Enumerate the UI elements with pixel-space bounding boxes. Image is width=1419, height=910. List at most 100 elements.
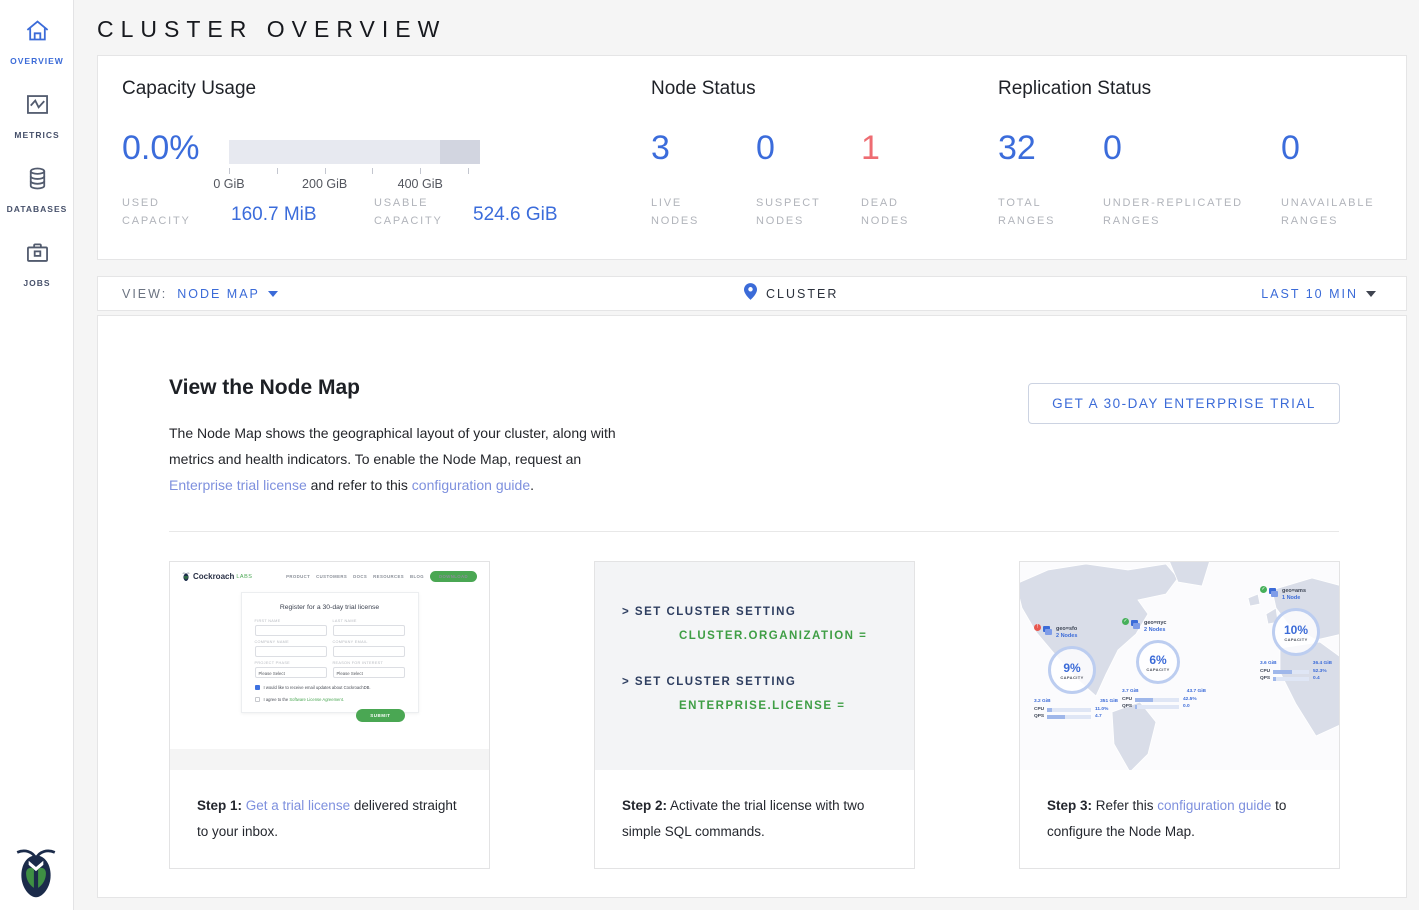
view-label: VIEW: [122, 287, 167, 301]
dead-nodes-count: 1 [861, 128, 880, 168]
cluster-summary-card: Capacity Usage 0.0% 0 GiB 200 GiB 400 Gi… [97, 55, 1407, 260]
cluster-breadcrumb: CLUSTER [744, 283, 838, 305]
total-ranges-label: TOTALRANGES [998, 194, 1055, 230]
nodes-cube-icon [1269, 588, 1278, 597]
view-selector[interactable]: VIEW: NODE MAP [98, 287, 278, 301]
configuration-guide-link[interactable]: configuration guide [412, 477, 530, 493]
unavailable-ranges-count: 0 [1281, 128, 1300, 168]
view-value[interactable]: NODE MAP [177, 287, 260, 301]
chevron-down-icon[interactable] [268, 291, 278, 297]
used-capacity-value: 160.7 MiB [231, 204, 317, 226]
sidebar-item-label: OVERVIEW [10, 56, 64, 66]
locality-ams: ✓ geo=ams 1 Node 10% CAPACITY [1260, 588, 1332, 683]
step1-caption: Step 1: Get a trial license delivered st… [170, 770, 489, 845]
step3-card: ! geo=sfo 2 Nodes 9% CAPACITY [1019, 561, 1340, 869]
live-nodes-count: 3 [651, 128, 670, 168]
capacity-used-percent: 0.0% [122, 128, 200, 168]
mini-company-name-field [255, 646, 327, 657]
time-range-selector[interactable]: LAST 10 MIN [1261, 287, 1376, 301]
suspect-nodes-count: 0 [756, 128, 775, 168]
cockroachdb-logo [13, 844, 59, 900]
step2-sql-snippet: > SET CLUSTER SETTING CLUSTER.ORGANIZATI… [595, 562, 914, 770]
nodes-cube-icon [1043, 626, 1052, 635]
mini-form-title: Register for a 30-day trial license [255, 604, 405, 611]
cockroachdb-admin-ui: OVERVIEW METRICS DATABASES [0, 0, 1419, 910]
sidebar-item-overview[interactable]: OVERVIEW [0, 17, 74, 66]
step2-caption: Step 2: Activate the trial license with … [595, 770, 914, 845]
total-ranges-count: 32 [998, 128, 1036, 168]
mini-site-footer [170, 749, 489, 770]
usable-capacity-label: USABLECAPACITY [374, 194, 443, 230]
node-status-title: Node Status [651, 78, 756, 100]
divider [169, 531, 1339, 532]
sidebar-item-label: DATABASES [7, 204, 68, 214]
mini-last-name-field [333, 625, 405, 636]
nodes-cube-icon [1131, 620, 1140, 629]
unavailable-ranges-label: UNAVAILABLERANGES [1281, 194, 1374, 230]
usable-capacity-value: 524.6 GiB [473, 204, 558, 226]
axis-tick-label: 400 GiB [398, 177, 443, 191]
locality-sfo: ! geo=sfo 2 Nodes 9% CAPACITY [1034, 626, 1118, 721]
step1-card: Cockroach LABS PRODUCT CUSTOMERS DOCS RE… [169, 561, 490, 869]
capacity-gauge: 9% CAPACITY [1048, 646, 1096, 694]
ok-status-icon: ✓ [1122, 618, 1129, 625]
replication-status-title: Replication Status [998, 78, 1151, 100]
mini-first-name-field [255, 625, 327, 636]
error-status-icon: ! [1034, 624, 1041, 631]
under-replicated-ranges-label: UNDER-REPLICATEDRANGES [1103, 194, 1243, 230]
configuration-guide-link[interactable]: configuration guide [1157, 798, 1271, 813]
under-replicated-ranges-count: 0 [1103, 128, 1122, 168]
locality-nyc: ✓ geo=nyc 2 Nodes 6% CAPACITY [1122, 620, 1206, 711]
sidebar-item-metrics[interactable]: METRICS [0, 91, 74, 140]
mini-submit-button: SUBMIT [356, 709, 404, 722]
mini-checkbox-checked [255, 685, 260, 690]
used-capacity-label: USEDCAPACITY [122, 194, 191, 230]
briefcase-icon [24, 239, 51, 271]
mini-reason-select: Please Select [333, 667, 405, 678]
sidebar-item-databases[interactable]: DATABASES [0, 165, 74, 214]
location-pin-icon [744, 283, 766, 305]
mini-trial-form: Register for a 30-day trial license FIRS… [241, 592, 419, 713]
step3-node-map-preview: ! geo=sfo 2 Nodes 9% CAPACITY [1020, 562, 1339, 770]
mini-cockroach-logo: Cockroach LABS [182, 571, 252, 582]
main-content: CLUSTER OVERVIEW Capacity Usage 0.0% 0 G… [74, 0, 1419, 910]
capacity-gauge: 6% CAPACITY [1136, 640, 1180, 684]
mini-project-phase-select: Please Select [255, 667, 327, 678]
home-icon [24, 17, 51, 49]
capacity-gauge: 10% CAPACITY [1272, 608, 1320, 656]
step3-caption: Step 3: Refer this configuration guide t… [1020, 770, 1339, 845]
step2-card: > SET CLUSTER SETTING CLUSTER.ORGANIZATI… [594, 561, 915, 869]
metrics-icon [24, 91, 51, 123]
live-nodes-label: LIVENODES [651, 194, 699, 230]
sidebar-item-label: METRICS [14, 130, 59, 140]
mini-checkbox-empty [255, 697, 260, 702]
sidebar-item-label: JOBS [23, 278, 50, 288]
ok-status-icon: ✓ [1260, 586, 1267, 593]
step1-screenshot: Cockroach LABS PRODUCT CUSTOMERS DOCS RE… [170, 562, 489, 770]
get-trial-license-link[interactable]: Get a trial license [246, 798, 350, 813]
time-range-value[interactable]: LAST 10 MIN [1261, 287, 1358, 301]
page-title: CLUSTER OVERVIEW [74, 0, 1419, 43]
capacity-bar [229, 140, 480, 164]
mini-download-button: DOWNLOAD [430, 571, 477, 582]
view-bar: VIEW: NODE MAP CLUSTER LAST 10 MIN [97, 276, 1407, 311]
mini-company-email-field [333, 646, 405, 657]
sidebar: OVERVIEW METRICS DATABASES [0, 0, 74, 910]
steps-row: Cockroach LABS PRODUCT CUSTOMERS DOCS RE… [169, 561, 1340, 869]
capacity-axis: 0 GiB 200 GiB 400 GiB [229, 168, 480, 194]
chevron-down-icon[interactable] [1366, 291, 1376, 297]
suspect-nodes-label: SUSPECTNODES [756, 194, 821, 230]
capacity-bar-reserved-segment [440, 140, 480, 164]
database-icon [24, 165, 51, 197]
capacity-usage-title: Capacity Usage [122, 78, 256, 100]
axis-tick-label: 0 GiB [213, 177, 244, 191]
dead-nodes-label: DEADNODES [861, 194, 909, 230]
sidebar-item-jobs[interactable]: JOBS [0, 239, 74, 288]
cluster-label: CLUSTER [766, 287, 838, 301]
node-map-promo-card: View the Node Map The Node Map shows the… [97, 315, 1407, 898]
enterprise-trial-license-link[interactable]: Enterprise trial license [169, 477, 307, 493]
promo-title: View the Node Map [169, 376, 360, 400]
promo-description: The Node Map shows the geographical layo… [169, 420, 641, 498]
axis-tick-label: 200 GiB [302, 177, 347, 191]
get-enterprise-trial-button[interactable]: GET A 30-DAY ENTERPRISE TRIAL [1028, 383, 1340, 424]
